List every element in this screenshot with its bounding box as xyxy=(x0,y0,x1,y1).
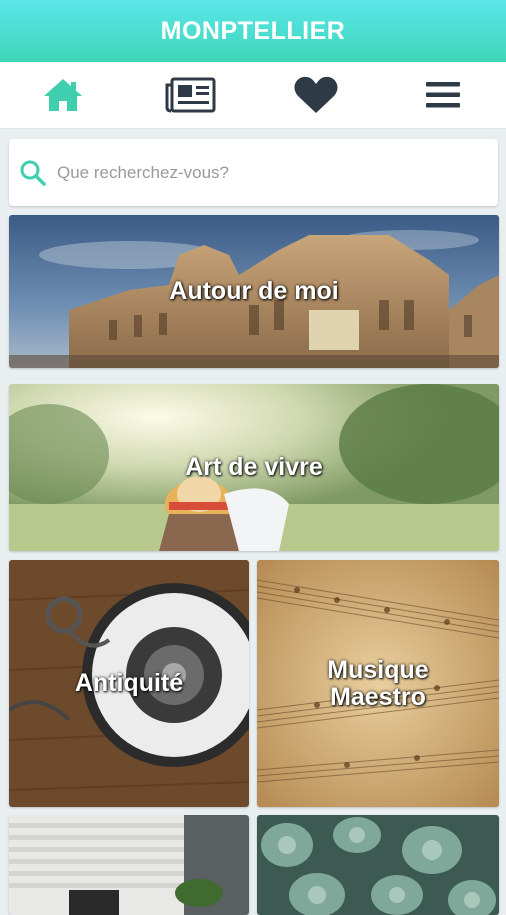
nav-news[interactable] xyxy=(127,62,254,128)
app-title: MONPTELLIER xyxy=(161,17,346,46)
tile-autour-de-moi[interactable]: Autour de moi xyxy=(9,215,499,368)
nav-favorites[interactable] xyxy=(253,62,380,128)
interior-image xyxy=(9,815,249,915)
tile-antiquite[interactable]: Antiquité xyxy=(9,560,249,807)
home-icon xyxy=(42,77,84,113)
menu-icon xyxy=(425,80,461,110)
tile-interior[interactable] xyxy=(9,815,249,915)
search-icon xyxy=(19,159,47,187)
nav-bar xyxy=(0,62,506,129)
tile-label: Musique Maestro xyxy=(327,657,428,710)
newspaper-icon xyxy=(164,77,216,113)
tile-musique-maestro[interactable]: Musique Maestro xyxy=(257,560,499,807)
tile-label: Antiquité xyxy=(75,670,183,696)
tile-label: Autour de moi xyxy=(169,278,338,304)
search-bar[interactable] xyxy=(9,139,498,206)
tile-succulents[interactable] xyxy=(257,815,499,915)
tile-label: Art de vivre xyxy=(185,454,323,480)
tile-art-de-vivre[interactable]: Art de vivre xyxy=(9,384,499,551)
heart-icon xyxy=(293,75,339,115)
succulents-image xyxy=(257,815,499,915)
search-input[interactable] xyxy=(55,162,498,184)
app-header: MONPTELLIER xyxy=(0,0,506,62)
nav-menu[interactable] xyxy=(380,62,506,128)
nav-home[interactable] xyxy=(0,62,127,128)
